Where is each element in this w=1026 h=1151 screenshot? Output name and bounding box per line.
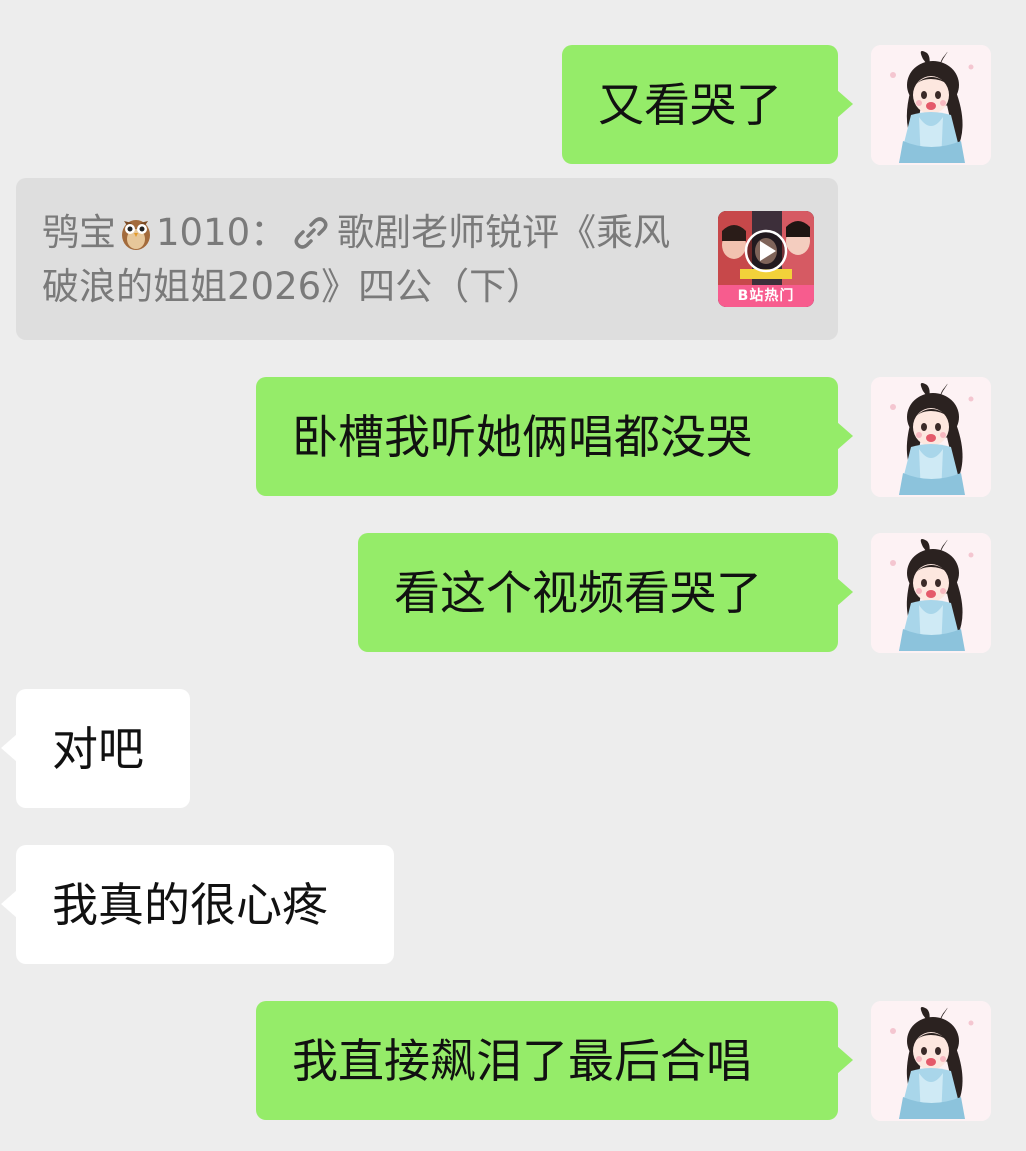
avatar[interactable]	[871, 533, 991, 653]
thumbnail-badge: B站热门	[718, 285, 814, 307]
bubble-tail	[1, 890, 17, 918]
quote-sender: 鸮宝	[42, 211, 116, 254]
avatar-image	[871, 45, 991, 165]
avatar-image	[871, 533, 991, 653]
bubble-tail	[837, 422, 853, 450]
avatar[interactable]	[871, 45, 991, 165]
avatar[interactable]	[871, 1001, 991, 1121]
message-bubble[interactable]: 看这个视频看哭了	[358, 533, 838, 652]
message-bubble[interactable]: 对吧	[16, 689, 190, 808]
quote-sender-suffix: 1010：	[156, 211, 288, 254]
link-icon	[294, 217, 328, 249]
message-text: 我直接飙泪了最后合唱	[292, 1034, 752, 1088]
message-text: 又看哭了	[598, 78, 782, 132]
quote-text: 鸮宝 1010： 歌剧老师锐评《乘风破浪的姐姐2026》四公（下）	[42, 206, 706, 314]
message-text: 我真的很心疼	[52, 878, 328, 932]
bubble-tail	[837, 90, 853, 118]
quote-message[interactable]: 鸮宝 1010： 歌剧老师锐评《乘风破浪的姐姐2026》四公（下） B站热门	[16, 178, 838, 340]
bubble-tail	[837, 1046, 853, 1074]
message-text: 对吧	[52, 722, 144, 776]
message-bubble[interactable]: 我直接飙泪了最后合唱	[256, 1001, 838, 1120]
message-text: 看这个视频看哭了	[394, 566, 762, 620]
message-bubble[interactable]: 卧槽我听她俩唱都没哭	[256, 377, 838, 496]
owl-icon	[122, 220, 150, 250]
bubble-tail	[837, 578, 853, 606]
avatar-image	[871, 1001, 991, 1121]
message-bubble[interactable]: 我真的很心疼	[16, 845, 394, 964]
message-bubble[interactable]: 又看哭了	[562, 45, 838, 164]
message-text: 卧槽我听她俩唱都没哭	[292, 410, 752, 464]
avatar[interactable]	[871, 377, 991, 497]
bubble-tail	[1, 734, 17, 762]
avatar-image	[871, 377, 991, 497]
video-thumbnail[interactable]: B站热门	[718, 211, 814, 307]
